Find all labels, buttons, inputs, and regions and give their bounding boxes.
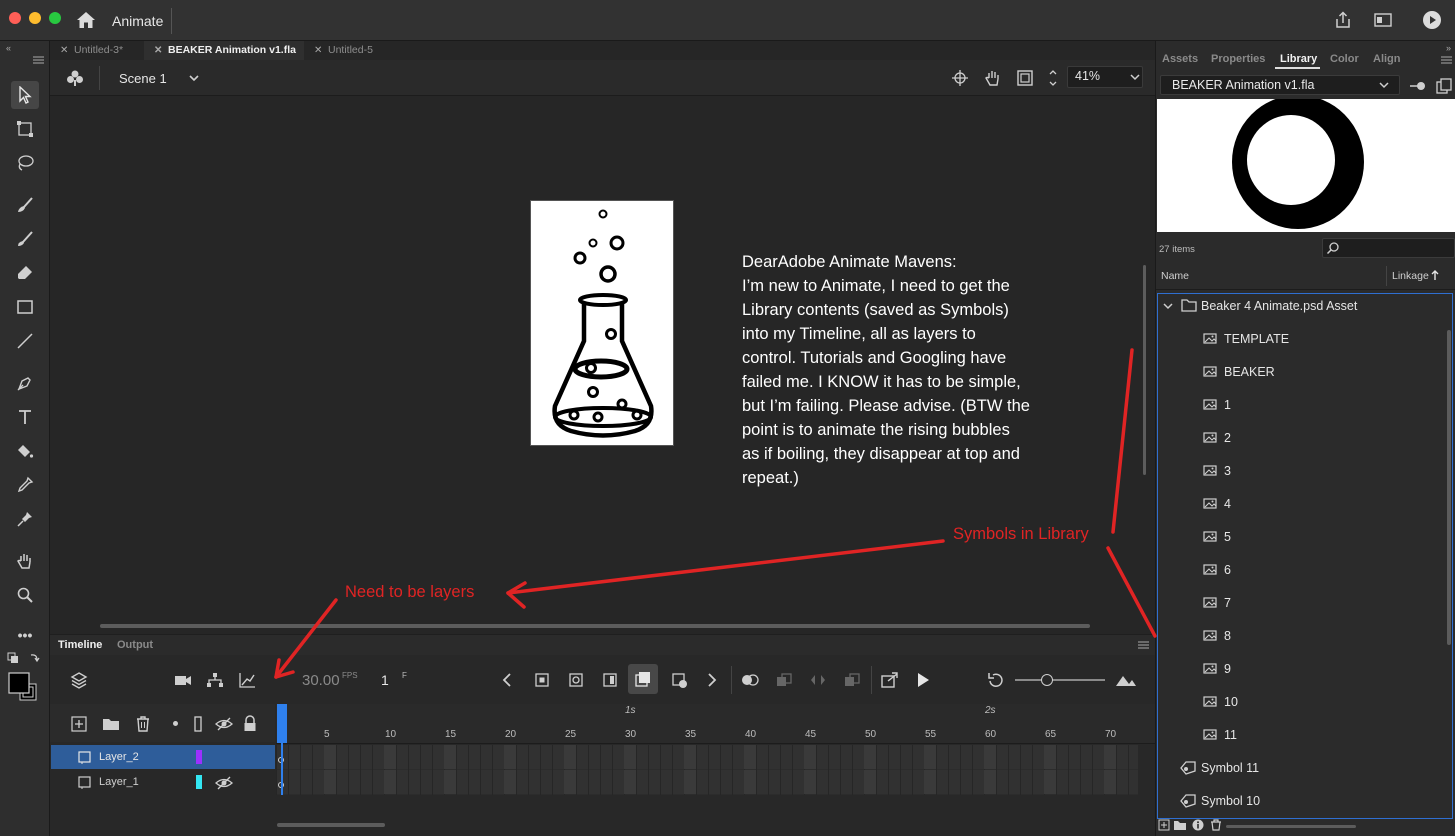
arrow-to-timeline: [506, 539, 945, 595]
arrowhead: [506, 581, 527, 609]
arrow-to-library-top: [1111, 348, 1134, 534]
arrow-to-library-bottom: [1106, 546, 1157, 638]
annotation-symbols-in-library: Symbols in Library: [953, 525, 1089, 543]
arrow-to-layers: [274, 598, 338, 679]
annotation-arrows: [274, 348, 1157, 679]
annotation-need-to-be-layers: Need to be layers: [345, 583, 475, 601]
